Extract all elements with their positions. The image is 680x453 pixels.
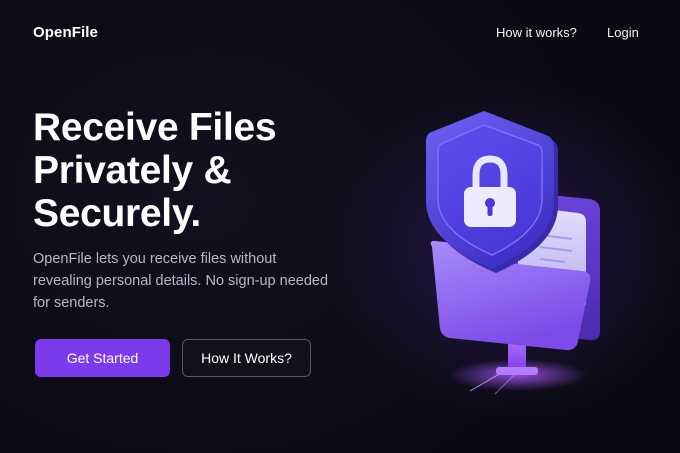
illustration-svg — [426, 111, 600, 395]
nav-link-how-it-works[interactable]: How it works? — [496, 25, 577, 40]
how-it-works-button[interactable]: How It Works? — [182, 339, 311, 377]
hero-section: Receive Files Privately & Securely. Open… — [33, 106, 363, 314]
hero-title: Receive Files Privately & Securely. — [33, 106, 363, 235]
stand-base — [496, 367, 538, 375]
security-illustration — [400, 95, 640, 395]
hero-title-line: Receive Files — [33, 106, 277, 149]
get-started-button[interactable]: Get Started — [35, 339, 170, 377]
nav-link-login[interactable]: Login — [607, 25, 639, 40]
landing-page: OpenFile How it works? Login Receive Fil… — [0, 0, 680, 453]
brand-logo[interactable]: OpenFile — [33, 24, 98, 41]
hero-title-line: Securely. — [33, 192, 201, 235]
hero-description: OpenFile lets you receive files without … — [33, 251, 329, 311]
hero-title-line: Privately & — [33, 149, 232, 192]
top-nav: OpenFile How it works? Login — [0, 0, 680, 66]
